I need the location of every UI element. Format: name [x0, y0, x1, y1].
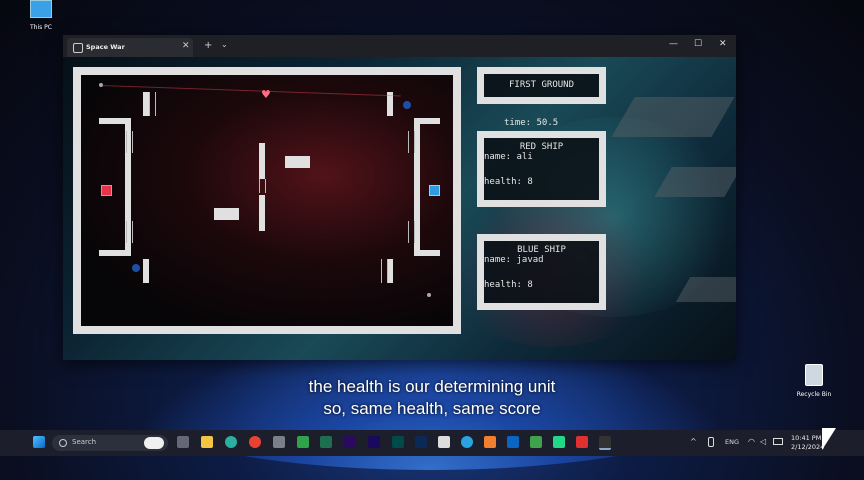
background-ship — [611, 97, 735, 137]
monitor-icon — [30, 0, 52, 18]
telegram-icon[interactable] — [461, 436, 473, 448]
app-icon[interactable] — [438, 436, 450, 448]
timer-label: time: 50.5 — [504, 118, 559, 128]
app-icon[interactable] — [320, 436, 332, 448]
file-explorer-icon[interactable] — [201, 436, 213, 448]
tab-dropdown-button[interactable]: ⌄ — [221, 40, 228, 49]
mouse-cursor-icon — [822, 428, 836, 450]
right-base-wall-top — [414, 118, 440, 124]
terminal-taskbar-icon[interactable] — [599, 436, 611, 450]
left-base-wall-top — [99, 118, 127, 124]
terminal-icon — [73, 43, 83, 53]
right-base-wall-bottom — [414, 250, 440, 256]
video-caption: the health is our determining unit so, s… — [0, 376, 864, 420]
app-icon[interactable] — [484, 436, 496, 448]
blue-bomb — [132, 264, 140, 272]
blue-ship-health: health: 8 — [484, 280, 533, 290]
blue-ship-title: BLUE SHIP — [517, 245, 566, 255]
center-slit — [259, 179, 266, 193]
blue-ship-name: name: javad — [484, 255, 544, 265]
this-pc-label: This PC — [30, 24, 52, 31]
volume-icon[interactable]: ◁ — [760, 437, 766, 446]
task-view-icon[interactable] — [177, 436, 189, 448]
left-base-wall-bottom — [99, 250, 127, 256]
caption-line-2: so, same health, same score — [323, 399, 541, 418]
search-highlight-icon — [144, 437, 164, 449]
center-block — [285, 156, 310, 168]
pycharm-icon[interactable] — [553, 436, 565, 448]
red-ship-name: name: ali — [484, 152, 533, 162]
clock-date[interactable]: 2/12/2024 — [791, 443, 824, 451]
red-ship — [101, 185, 112, 196]
red-ship-panel: RED SHIP name: ali health: 8 — [477, 131, 606, 207]
terminal-content: ♥ FIRST GROUND time: 50.5 RED SHIP name:… — [63, 57, 736, 360]
tab-title: Space War — [86, 43, 125, 51]
search-placeholder: Search — [72, 438, 97, 446]
wifi-icon[interactable]: ◠ — [748, 437, 755, 446]
battery-icon[interactable] — [773, 438, 783, 445]
center-wall — [259, 143, 265, 179]
this-pc-shortcut[interactable]: This PC — [16, 0, 66, 31]
taskbar: Search ^ ENG ◠ ◁ 10:41 PM 2/12/2024 — [0, 430, 864, 456]
close-button[interactable]: ✕ — [719, 39, 727, 49]
maximize-button[interactable]: ☐ — [694, 39, 702, 49]
microphone-icon[interactable] — [708, 437, 714, 447]
clock-time[interactable]: 10:41 PM — [791, 434, 821, 442]
red-ship-title: RED SHIP — [519, 142, 564, 152]
terminal-window: Space War ✕ + ⌄ — ☐ ✕ ♥ FIRST GROUND tim… — [63, 35, 736, 360]
title-bar[interactable]: Space War ✕ + ⌄ — ☐ ✕ — [63, 35, 736, 57]
app-icon[interactable] — [530, 436, 542, 448]
right-base-slit — [408, 221, 415, 243]
left-base-slit — [126, 131, 133, 153]
blue-bomb — [403, 101, 411, 109]
edge-icon[interactable] — [225, 436, 237, 448]
obstacle-slit — [381, 259, 388, 283]
after-effects-icon[interactable] — [368, 436, 380, 448]
minimize-button[interactable]: — — [669, 39, 678, 49]
tab-space-war[interactable]: Space War ✕ — [67, 38, 193, 57]
game-arena: ♥ — [73, 67, 461, 334]
search-icon — [59, 439, 67, 447]
chrome-icon[interactable] — [249, 436, 261, 448]
obstacle-slit — [149, 92, 156, 116]
ground-panel: FIRST GROUND — [477, 67, 606, 104]
taskbar-search[interactable]: Search — [52, 435, 168, 451]
blue-ship-panel: BLUE SHIP name: javad health: 8 — [477, 234, 606, 310]
center-block — [214, 208, 239, 220]
arena-background — [81, 75, 453, 326]
chevron-up-icon[interactable]: ^ — [690, 437, 697, 446]
left-base-slit — [126, 221, 133, 243]
audition-icon[interactable] — [392, 436, 404, 448]
right-base-slit — [408, 131, 415, 153]
linkedin-icon[interactable] — [507, 436, 519, 448]
app-icon[interactable] — [297, 436, 309, 448]
windows-start-icon[interactable] — [33, 436, 45, 448]
red-ship-health: health: 8 — [484, 177, 533, 187]
center-wall — [259, 195, 265, 231]
ground-title: FIRST GROUND — [508, 80, 575, 90]
premiere-icon[interactable] — [344, 436, 356, 448]
bullet — [427, 293, 431, 297]
tab-close-button[interactable]: ✕ — [182, 41, 190, 51]
app-icon[interactable] — [273, 436, 285, 448]
caption-line-1: the health is our determining unit — [308, 377, 556, 396]
blue-ship — [429, 185, 440, 196]
app-icon[interactable] — [576, 436, 588, 448]
language-indicator[interactable]: ENG — [725, 438, 739, 446]
new-tab-button[interactable]: + — [204, 40, 212, 51]
photoshop-icon[interactable] — [415, 436, 427, 448]
obstacle — [143, 259, 149, 283]
